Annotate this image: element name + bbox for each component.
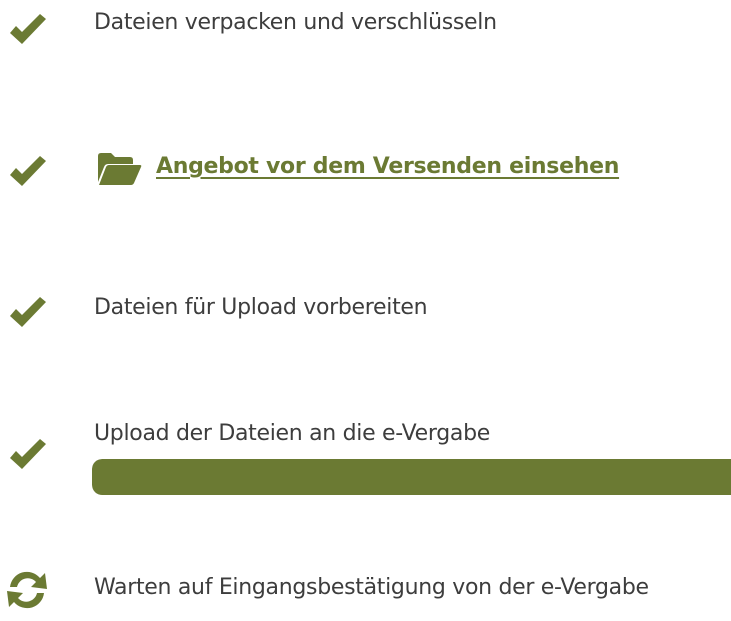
- step-label: Upload der Dateien an die e-Vergabe: [94, 421, 490, 446]
- upload-progress-bar: [92, 459, 731, 495]
- upload-progress-fill: [92, 459, 731, 495]
- step-label: Dateien verpacken und verschlüsseln: [94, 10, 497, 35]
- step-label: Warten auf Eingangsbestätigung von der e…: [94, 575, 649, 600]
- folder-open-icon[interactable]: [96, 152, 142, 186]
- checkmark-icon: [10, 439, 46, 469]
- refresh-icon: [7, 571, 47, 609]
- step-label: Dateien für Upload vorbereiten: [94, 295, 428, 320]
- checkmark-icon: [10, 156, 46, 186]
- checkmark-icon: [10, 14, 46, 44]
- checkmark-icon: [10, 297, 46, 327]
- view-offer-link[interactable]: Angebot vor dem Versenden einsehen: [156, 152, 619, 182]
